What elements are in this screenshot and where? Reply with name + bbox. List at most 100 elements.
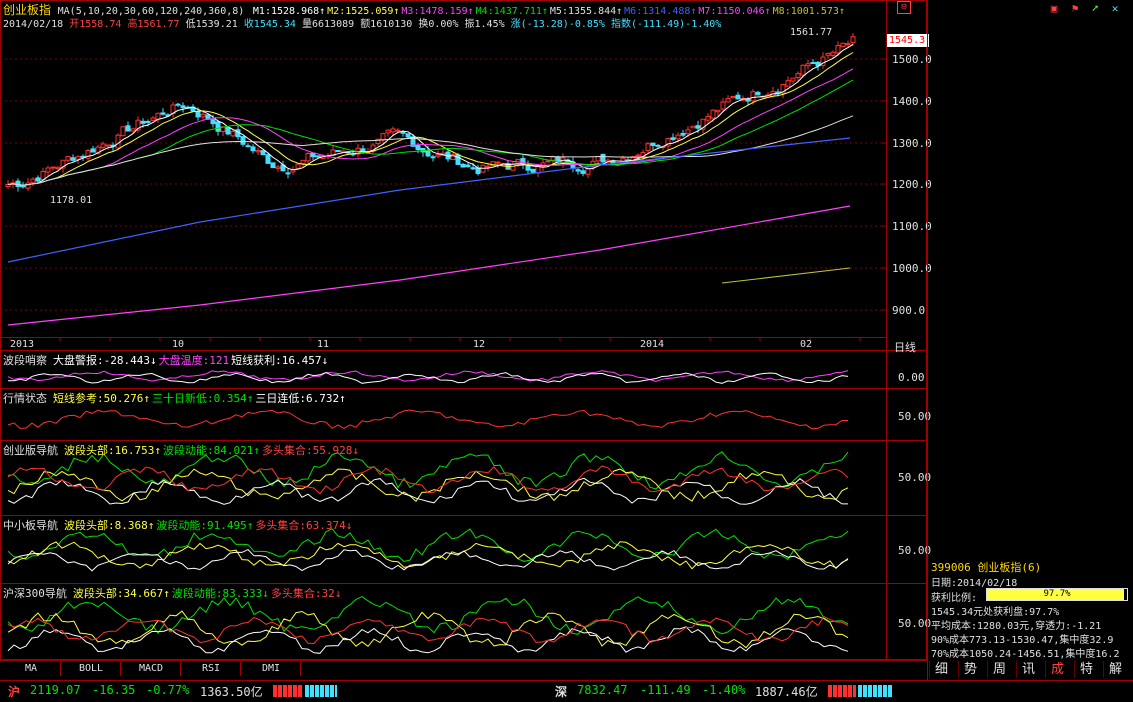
sh-amount: 1363.50亿 (200, 685, 263, 699)
candle-body (550, 156, 556, 161)
candle-body (385, 129, 391, 134)
candle-body (730, 96, 736, 99)
sz-amount: 1887.46亿 (755, 685, 818, 699)
quote-volume: 量6613089 (302, 19, 355, 30)
date-axis-label: 10 (172, 339, 185, 350)
candle-body (45, 167, 51, 173)
candle-body (510, 163, 516, 171)
tab-boll[interactable]: BOLL (62, 662, 121, 676)
side-tab-3[interactable]: 周 (987, 661, 1011, 678)
tab-ma[interactable]: MA (2, 662, 61, 676)
candle-body (635, 154, 641, 157)
date-axis-label: 2014 (640, 339, 665, 350)
candle-body (140, 120, 146, 124)
tab-macd[interactable]: MACD (122, 662, 181, 676)
price-axis-label: 1400.0 (892, 95, 932, 108)
info-code-name: 399006 创业板指(6) (931, 561, 1042, 574)
quote-high: 高1561.77 (127, 19, 180, 30)
indicator-value: 波段动能:91.495↑ (156, 519, 254, 532)
side-tab-6[interactable]: 特 (1074, 661, 1098, 678)
ma8-line (721, 267, 851, 284)
chart-lock-icon[interactable]: ⊟ (897, 1, 911, 14)
indicator5-line-a (7, 596, 849, 635)
date-axis-label: 2013 (10, 339, 35, 350)
candle-body (200, 113, 206, 118)
candle-body (115, 134, 121, 149)
candle-body (15, 180, 21, 187)
candle-body (25, 182, 31, 189)
side-tab-4[interactable]: 讯 (1016, 661, 1040, 678)
candle-body (720, 101, 726, 110)
sh-pct: -0.77% (146, 683, 190, 697)
tab-rsi[interactable]: RSI (182, 662, 241, 676)
status-bar: 沪 2119.07 -16.35 -0.77% 1363.50亿 深 7832.… (0, 680, 1133, 702)
candle-body (655, 144, 661, 147)
candle-body (435, 154, 441, 157)
quote-date: 2014/02/18 (3, 19, 64, 30)
candle-body (750, 91, 756, 102)
candle-body (725, 98, 731, 103)
candle-body (460, 163, 466, 168)
candle-body (680, 132, 686, 136)
candle-body (430, 156, 436, 159)
candle-body (475, 167, 481, 175)
indicator-value: 大盘温度:121 (158, 354, 230, 367)
candle-body (5, 184, 11, 188)
candle-body (470, 167, 476, 170)
side-tab-7[interactable]: 解 (1103, 661, 1127, 678)
indicator3-line-d (7, 465, 849, 495)
indicator-title-1: 波段哨察 大盘警报:-28.443↓ 大盘温度:121 短线获利:16.457↓ (3, 352, 330, 368)
indicator4-line-a (7, 528, 849, 562)
ma6-line (7, 137, 851, 263)
candle-body (35, 177, 41, 182)
ma-value-8: M8:1001.573↑ (772, 6, 845, 17)
ma2-line (7, 52, 854, 186)
sh-breadth-bar (273, 685, 337, 697)
ma7-line (7, 205, 851, 326)
indicator-name: 波段哨察 (3, 354, 47, 367)
candle-body (260, 150, 266, 156)
candle-body (485, 165, 491, 168)
candle-body (390, 128, 396, 133)
candle-body (40, 170, 46, 180)
price-axis-label: 900.0 (892, 304, 926, 317)
period-label[interactable]: 日线 (894, 339, 916, 355)
quote-turnover: 换0.00% (418, 19, 459, 30)
indicator-value: 多头集合:63.374↓ (255, 519, 353, 532)
candle-body (415, 144, 421, 151)
indicator-value: 波段头部:8.368↑ (64, 519, 155, 532)
candle-body (495, 161, 501, 164)
candle-body (130, 128, 136, 132)
candle-body (850, 36, 856, 44)
quote-low: 低1539.21 (185, 19, 238, 30)
candle-body (755, 91, 761, 96)
chart-header-line2: 2014/02/18 开1558.74 高1561.77 低1539.21 收1… (3, 15, 721, 30)
price-axis-label: 1000.0 (892, 262, 932, 275)
sz-index: 7832.47 (577, 683, 628, 697)
candle-body (195, 110, 201, 118)
indicator4-line-c (7, 548, 849, 572)
side-tab-5[interactable]: 成 (1045, 661, 1069, 678)
side-tab-2[interactable]: 势 (958, 661, 982, 678)
candle-body (50, 166, 56, 169)
candle-body (705, 115, 711, 121)
candle-body (290, 169, 296, 173)
sh-label: 沪 (8, 685, 21, 699)
tab-dmi[interactable]: DMI (242, 662, 301, 676)
sz-label: 深 (555, 685, 568, 699)
candle-body (90, 148, 96, 153)
candle-body (230, 131, 236, 137)
candle-body (265, 154, 271, 164)
candle-body (145, 120, 151, 123)
quote-open: 开1558.74 (69, 19, 122, 30)
kline-chart[interactable] (0, 0, 928, 680)
indicator-value: 大盘警报:-28.443↓ (53, 354, 157, 367)
candle-body (175, 103, 181, 106)
sh-index: 2119.07 (30, 683, 81, 697)
candle-body (690, 125, 696, 129)
candle-body (830, 51, 836, 56)
side-tab-1[interactable]: 细 (929, 661, 953, 678)
candle-body (215, 121, 221, 132)
candle-body (275, 166, 281, 169)
profit-bar: 97.7% (986, 588, 1128, 601)
